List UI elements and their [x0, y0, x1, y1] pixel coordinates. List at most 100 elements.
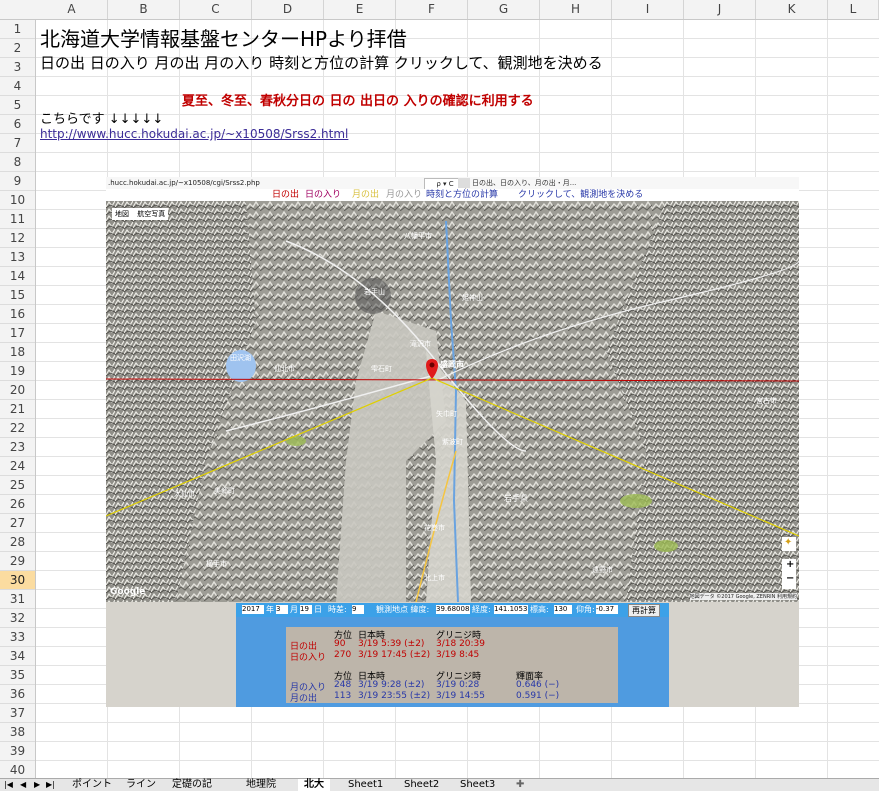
- row-header[interactable]: 10: [0, 191, 35, 210]
- sheet-tab-line[interactable]: ライン: [126, 779, 156, 791]
- map-label: 滝沢市: [410, 340, 431, 348]
- row-header[interactable]: 19: [0, 362, 35, 381]
- row-header[interactable]: 9: [0, 172, 35, 191]
- sheet-title[interactable]: 北海道大学情報基盤センターHPより拝借: [40, 23, 407, 52]
- zoom-out-icon[interactable]: −: [786, 573, 794, 584]
- alt-input[interactable]: 130: [554, 605, 572, 614]
- map-type-control[interactable]: 地図 航空写真: [112, 208, 169, 220]
- row-header[interactable]: 35: [0, 666, 35, 685]
- column-header-e[interactable]: E: [324, 0, 396, 19]
- column-header-h[interactable]: H: [540, 0, 612, 19]
- column-header-l[interactable]: L: [828, 0, 879, 19]
- sheet-subtitle[interactable]: 日の出 日の入り 月の出 月の入り 時刻と方位の計算 クリックして、観測地を決め…: [40, 52, 603, 73]
- nav-moonset: 月の入り: [386, 190, 423, 200]
- row-header[interactable]: 36: [0, 685, 35, 704]
- moonrise-frac: 0.591 (−): [516, 691, 560, 701]
- row-header[interactable]: 18: [0, 343, 35, 362]
- year-input[interactable]: 2017: [242, 605, 264, 614]
- browser-url: .hucc.hokudai.ac.jp/~x10508/cgi/Srss2.ph…: [108, 179, 260, 187]
- sheet-tab-sheet2[interactable]: Sheet2: [404, 779, 439, 791]
- column-header-a[interactable]: A: [36, 0, 108, 19]
- row-header[interactable]: 30: [0, 571, 35, 590]
- row-header[interactable]: 20: [0, 381, 35, 400]
- map-label: 八幡平市: [404, 232, 432, 240]
- moonset-frac: 0.646 (−): [516, 680, 560, 690]
- row-header[interactable]: 32: [0, 609, 35, 628]
- row-header[interactable]: 13: [0, 248, 35, 267]
- column-header-b[interactable]: B: [108, 0, 180, 19]
- row-header[interactable]: 26: [0, 495, 35, 514]
- tab-scroll-next-icon[interactable]: ▶: [34, 779, 40, 791]
- sunset-label: 日の入り: [290, 653, 327, 663]
- recalc-button[interactable]: 再計算: [628, 604, 660, 617]
- usage-note[interactable]: 夏至、冬至、春秋分日の 日の 出日の 入りの確認に利用する: [182, 90, 534, 109]
- add-sheet-icon[interactable]: ✚: [516, 779, 524, 791]
- sheet-tab-sheet3[interactable]: Sheet3: [460, 779, 495, 791]
- row-header[interactable]: 29: [0, 552, 35, 571]
- row-header[interactable]: 24: [0, 457, 35, 476]
- map-label: 盛岡市: [440, 360, 464, 369]
- map-label: 岩手山: [364, 288, 385, 296]
- row-header[interactable]: 25: [0, 476, 35, 495]
- lon-input[interactable]: 141.1053: [494, 605, 528, 614]
- row-header[interactable]: 17: [0, 324, 35, 343]
- column-header-j[interactable]: J: [684, 0, 756, 19]
- row-header[interactable]: 21: [0, 400, 35, 419]
- sunrise-gmt: 3/18 20:39: [436, 639, 486, 649]
- row-header[interactable]: 15: [0, 286, 35, 305]
- row-header[interactable]: 7: [0, 134, 35, 153]
- month-input[interactable]: 3: [276, 605, 288, 614]
- row-header[interactable]: 34: [0, 647, 35, 666]
- sheet-tab-teiso[interactable]: 定礎の記: [172, 779, 212, 791]
- row-header[interactable]: 22: [0, 419, 35, 438]
- column-header-d[interactable]: D: [252, 0, 324, 19]
- moonrise-dir: 113: [334, 691, 352, 701]
- pegman-icon[interactable]: ✦: [784, 537, 792, 548]
- tz-input[interactable]: 9: [352, 605, 364, 614]
- row-header[interactable]: 14: [0, 267, 35, 286]
- sheet-tab-point[interactable]: ポイント: [72, 779, 112, 791]
- row-header[interactable]: 12: [0, 229, 35, 248]
- alt-label: 標高:: [530, 605, 549, 614]
- source-link[interactable]: http://www.hucc.hokudai.ac.jp/~x10508/Sr…: [40, 127, 348, 141]
- day-input[interactable]: 19: [300, 605, 312, 614]
- row-header[interactable]: 4: [0, 77, 35, 96]
- row-header[interactable]: 8: [0, 153, 35, 172]
- zoom-in-icon[interactable]: +: [786, 559, 794, 570]
- row-header[interactable]: 37: [0, 704, 35, 723]
- row-header[interactable]: 27: [0, 514, 35, 533]
- column-header-c[interactable]: C: [180, 0, 252, 19]
- row-header[interactable]: 11: [0, 210, 35, 229]
- row-header[interactable]: 39: [0, 742, 35, 761]
- map-label: 雫石町: [371, 365, 392, 373]
- embedded-screenshot[interactable]: .hucc.hokudai.ac.jp/~x10508/cgi/Srss2.ph…: [106, 177, 799, 707]
- pointer-text[interactable]: こちらです ↓↓↓↓↓: [40, 108, 163, 127]
- column-header-f[interactable]: F: [396, 0, 468, 19]
- satellite-button[interactable]: 航空写真: [137, 210, 165, 218]
- sheet-tab-chiriin[interactable]: 地理院: [246, 779, 276, 791]
- calc-form: 2017 年 3 月 19 日 時差: 9 観測地点 緯度: 39.68008 …: [236, 603, 669, 617]
- row-header[interactable]: 28: [0, 533, 35, 552]
- dip-input[interactable]: -0.37: [596, 605, 618, 614]
- row-header[interactable]: 6: [0, 115, 35, 134]
- tab-scroll-prev-icon[interactable]: ◀: [20, 779, 26, 791]
- row-header[interactable]: 16: [0, 305, 35, 324]
- row-header[interactable]: 38: [0, 723, 35, 742]
- row-header[interactable]: 2: [0, 39, 35, 58]
- row-header[interactable]: 3: [0, 58, 35, 77]
- column-header-g[interactable]: G: [468, 0, 540, 19]
- row-header[interactable]: 33: [0, 628, 35, 647]
- row-header[interactable]: 23: [0, 438, 35, 457]
- row-header[interactable]: 1: [0, 20, 35, 39]
- nav-sunset: 日の入り: [305, 190, 342, 200]
- sheet-tab-hokudai[interactable]: 北大: [298, 779, 330, 791]
- sheet-tab-sheet1[interactable]: Sheet1: [348, 779, 383, 791]
- row-header[interactable]: 31: [0, 590, 35, 609]
- tab-scroll-first-icon[interactable]: |◀: [4, 779, 13, 791]
- tab-scroll-last-icon[interactable]: ▶|: [46, 779, 55, 791]
- map-button[interactable]: 地図: [115, 210, 129, 218]
- column-header-i[interactable]: I: [612, 0, 684, 19]
- column-header-k[interactable]: K: [756, 0, 828, 19]
- row-header[interactable]: 5: [0, 96, 35, 115]
- lat-input[interactable]: 39.68008: [436, 605, 470, 614]
